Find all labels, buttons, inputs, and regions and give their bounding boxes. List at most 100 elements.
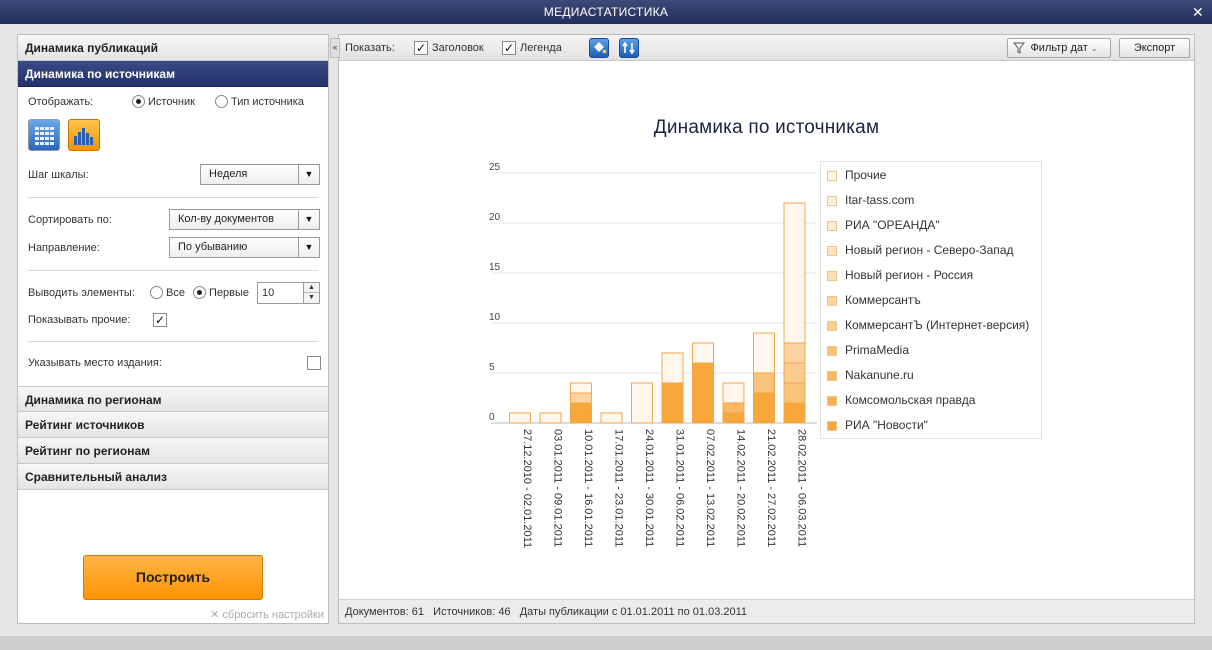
- status-bar: Документов: 61 Источников: 46 Даты публи…: [339, 599, 1194, 623]
- chart-panel: « Показать: ✓ Заголовок ✓ Легенда Фильтр…: [330, 34, 1195, 624]
- section-region-rating[interactable]: Рейтинг по регионам: [18, 438, 328, 464]
- section-publication-dynamics[interactable]: Динамика публикаций: [18, 35, 328, 61]
- section-source-dynamics[interactable]: Динамика по источникам: [18, 61, 328, 87]
- window-title: МЕДИАСТАТИСТИКА: [543, 5, 669, 19]
- bar-segment: [600, 412, 623, 424]
- legend-swatch: [827, 396, 837, 406]
- show-legend-checkbox[interactable]: ✓: [502, 41, 516, 55]
- y-tick-label: 5: [489, 362, 495, 373]
- reset-settings-label: сбросить настройки: [222, 609, 324, 621]
- radio-show-all[interactable]: [150, 286, 163, 299]
- legend-label: Nakanune.ru: [845, 368, 914, 382]
- show-first-value: 10: [262, 287, 275, 299]
- display-option-source[interactable]: Источник: [132, 91, 195, 113]
- sort-by-row: Сортировать по: Кол-ву документов ▼: [28, 206, 320, 234]
- export-button[interactable]: Экспорт: [1119, 38, 1190, 58]
- legend-swatch: [827, 246, 837, 256]
- sort-by-value: Кол-ву документов: [178, 213, 275, 225]
- bar-segment: [570, 392, 592, 404]
- bar-segment: [722, 402, 745, 414]
- show-first-option[interactable]: Первые: [193, 279, 249, 307]
- legend-label: Коммерсантъ: [845, 293, 921, 307]
- source-dynamics-options: Отображать: Источник Тип источника Шаг ш…: [18, 91, 328, 376]
- legend-label: PrimaMedia: [845, 343, 910, 357]
- show-first-label: Первые: [209, 287, 250, 299]
- bar-segment: [783, 382, 806, 404]
- divider: [28, 270, 318, 271]
- bar-segment: [539, 412, 562, 424]
- reset-settings-link[interactable]: ✕ сбросить настройки: [210, 608, 324, 621]
- radio-show-first[interactable]: [193, 286, 206, 299]
- divider: [28, 341, 318, 342]
- collapse-panel-icon[interactable]: «: [330, 38, 340, 58]
- x-tick-label: 28.02.2011 - 06.03.2011: [796, 429, 808, 547]
- direction-select[interactable]: По убыванию ▼: [169, 237, 320, 258]
- divider: [28, 197, 318, 198]
- bar-segment: [783, 402, 806, 424]
- show-header-checkbox[interactable]: ✓: [414, 41, 428, 55]
- display-label: Отображать:: [28, 96, 94, 108]
- filter-dates-button[interactable]: Фильтр дат ⌄: [1007, 38, 1111, 58]
- stepper-up-icon[interactable]: ▲: [303, 283, 319, 293]
- radio-source-type[interactable]: [215, 95, 228, 108]
- filter-dates-label: Фильтр дат: [1030, 42, 1088, 54]
- show-others-label: Показывать прочие:: [28, 314, 131, 326]
- reset-icon: ✕: [210, 609, 220, 621]
- bar-segment: [570, 402, 592, 424]
- double-chevron-down-icon: ⌄: [1090, 44, 1098, 53]
- view-buttons: [28, 119, 318, 157]
- publication-place-label: Указывать место издания:: [28, 357, 162, 369]
- swap-axes-icon[interactable]: [619, 38, 639, 58]
- legend-swatch: [827, 321, 837, 331]
- section-comparative-analysis[interactable]: Сравнительный анализ: [18, 464, 328, 490]
- show-all-option[interactable]: Все: [150, 279, 185, 307]
- radio-source-label: Источник: [148, 96, 195, 108]
- legend-label: РИА "Новости": [845, 418, 928, 432]
- close-icon[interactable]: ✕: [1192, 0, 1204, 24]
- legend-label: Itar-tass.com: [845, 193, 915, 207]
- scale-step-select[interactable]: Неделя ▼: [200, 164, 320, 185]
- bar-chart: 0 5 10 15 20 25 27.12.2010 - 02.01.2011 03.01.2…: [489, 162, 817, 548]
- show-first-stepper[interactable]: 10 ▲ ▼: [257, 282, 320, 304]
- publication-place-row: Указывать место издания:: [28, 350, 321, 376]
- legend-label: Новый регион - Россия: [845, 268, 974, 282]
- legend-item: Новый регион - Россия: [821, 263, 1041, 288]
- legend-item: Itar-tass.com: [821, 188, 1041, 213]
- y-tick-label: 10: [489, 312, 501, 323]
- stepper-down-icon[interactable]: ▼: [303, 293, 319, 303]
- sort-by-label: Сортировать по:: [28, 214, 112, 226]
- publication-place-checkbox[interactable]: [307, 356, 321, 370]
- legend-item: Прочие: [821, 163, 1041, 188]
- sort-by-select[interactable]: Кол-ву документов ▼: [169, 209, 320, 230]
- bar-segment: [722, 382, 745, 404]
- table-view-icon[interactable]: [28, 119, 60, 151]
- other-sections: Динамика по регионам Рейтинг источников …: [18, 386, 328, 490]
- bar-segment: [509, 412, 531, 424]
- build-button[interactable]: Построить: [83, 555, 263, 600]
- bar-segment: [692, 342, 714, 364]
- x-tick-label: 21.02.2011 - 27.02.2011: [765, 429, 777, 547]
- legend-label: Комсомольская правда: [845, 393, 976, 407]
- bar-segment: [753, 392, 775, 424]
- x-tick-label: 31.01.2011 - 06.02.2011: [674, 429, 686, 547]
- radio-source[interactable]: [132, 95, 145, 108]
- display-option-source-type[interactable]: Тип источника: [215, 91, 304, 113]
- show-label: Показать:: [345, 42, 395, 54]
- paint-bucket-icon[interactable]: [589, 38, 609, 58]
- legend-label: КоммерсантЪ (Интернет-версия): [845, 318, 1030, 332]
- section-source-rating[interactable]: Рейтинг источников: [18, 412, 328, 438]
- publication-dates: Даты публикации с 01.01.2011 по 01.03.20…: [519, 606, 748, 618]
- show-header-label: Заголовок: [432, 42, 484, 54]
- scale-step-value: Неделя: [209, 168, 248, 180]
- chart-title: Динамика по источникам: [653, 117, 880, 138]
- y-tick-label: 20: [489, 212, 501, 223]
- legend-swatch: [827, 196, 837, 206]
- show-others-checkbox[interactable]: ✓: [153, 313, 167, 327]
- chart-view-icon[interactable]: [68, 119, 100, 151]
- direction-row: Направление: По убыванию ▼: [28, 234, 320, 262]
- chevron-down-icon: ▼: [298, 165, 319, 184]
- section-region-dynamics[interactable]: Динамика по регионам: [18, 386, 328, 412]
- chart-legend: Прочие Itar-tass.com РИА "ОРЕАНДА" Новый ре…: [820, 161, 1042, 439]
- legend-item: Комсомольская правда: [821, 388, 1041, 413]
- show-all-label: Все: [166, 287, 185, 299]
